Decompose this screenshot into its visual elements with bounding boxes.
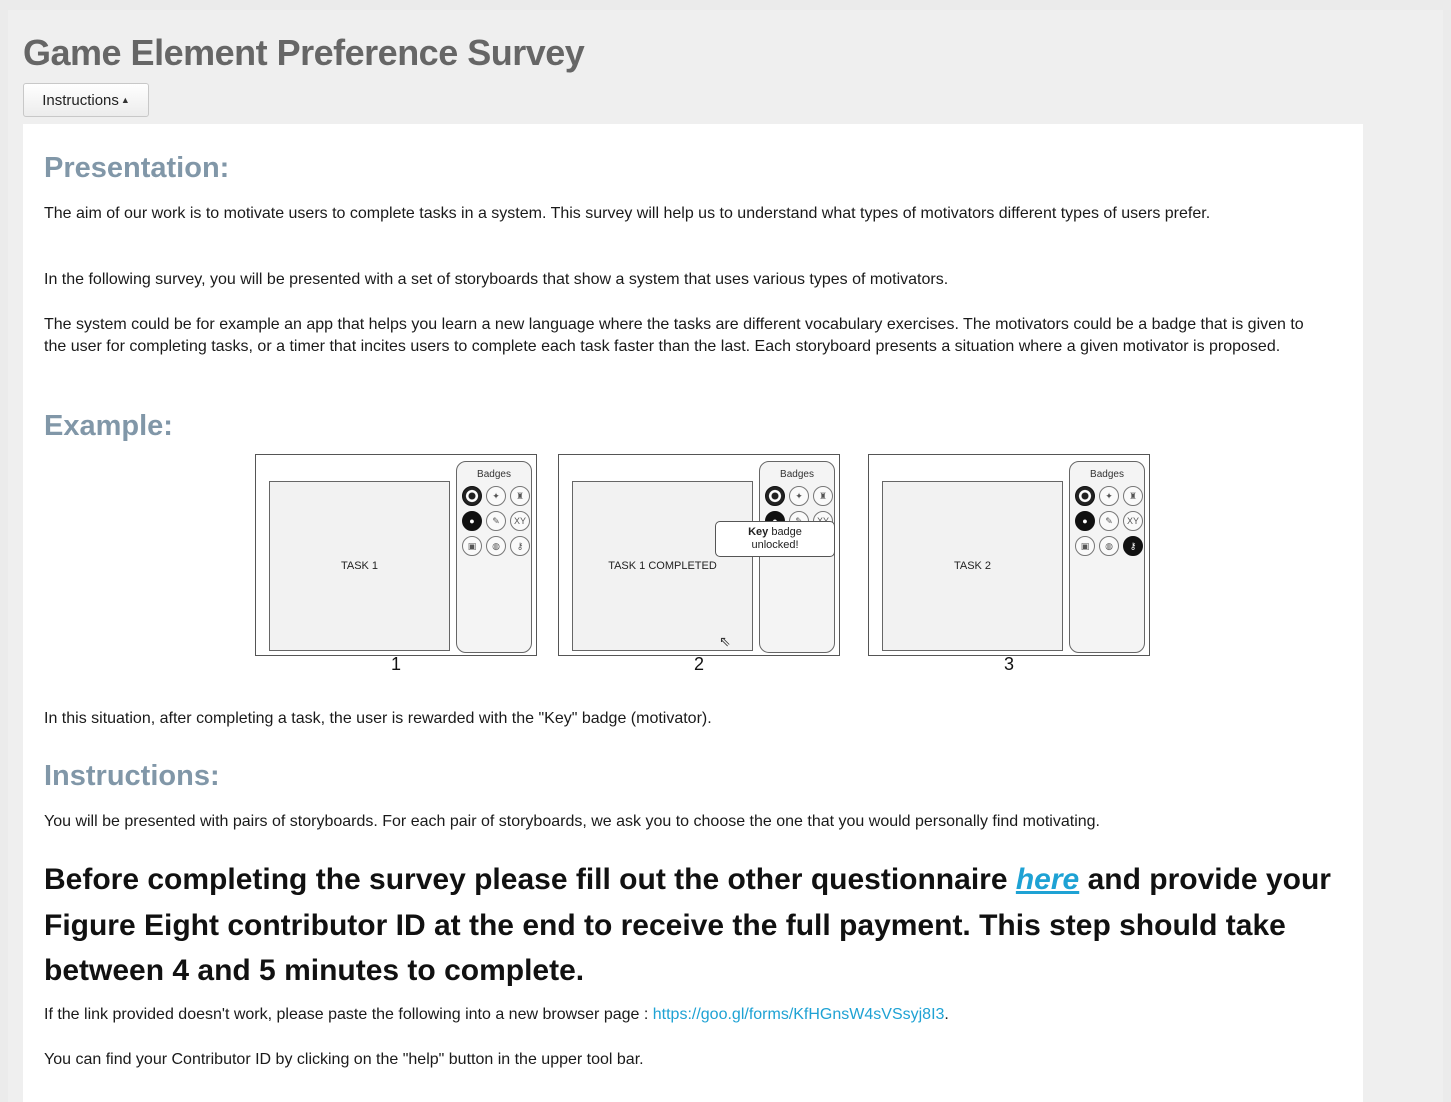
book-badge-icon: ▣ <box>462 536 482 556</box>
example-caption: In this situation, after completing a ta… <box>44 710 712 727</box>
storyboard-screen: TASK 1 COMPLETED <box>572 481 753 651</box>
notice-text-before: Before completing the survey please fill… <box>44 863 1016 896</box>
key-badge-icon: ⚷ <box>510 536 530 556</box>
fallback-link-text: If the link provided doesn't work, pleas… <box>44 1004 1329 1026</box>
instructions-button-label: Instructions <box>42 91 119 109</box>
contributor-id-note: You can find your Contributor ID by clic… <box>44 1051 644 1068</box>
thumb-badge-icon: ◍ <box>1099 536 1119 556</box>
key-badge-icon: ⚷ <box>1123 536 1143 556</box>
pencil-badge-icon: ✎ <box>1099 511 1119 531</box>
target-badge-icon <box>462 486 482 506</box>
storyboard-number-2: 2 <box>693 654 704 674</box>
storyboard-number-3: 3 <box>1003 654 1014 674</box>
caret-up-icon: ▲ <box>120 95 130 105</box>
trophy-badge-icon: ♜ <box>1123 486 1143 506</box>
xy-badge-icon: XY <box>510 511 530 531</box>
presentation-paragraph-1: The aim of our work is to motivate users… <box>44 205 1211 222</box>
fallback-suffix: . <box>944 1006 949 1023</box>
badges-panel: Badges ✦ ♜ ● ✎ XY ▣ ◍ ⚷ <box>1069 461 1145 653</box>
page-title: Game Element Preference Survey <box>23 32 585 73</box>
target-badge-icon <box>1075 486 1095 506</box>
fallback-prefix: If the link provided doesn't work, pleas… <box>44 1006 653 1023</box>
storyboard-frame-3: TASK 2 Badges ✦ ♜ ● ✎ XY ▣ ◍ ⚷ <box>868 454 1150 656</box>
badges-panel-title: Badges <box>477 469 511 480</box>
badges-panel-title: Badges <box>780 469 814 480</box>
popup-badge-name: Key <box>748 526 769 538</box>
questionnaire-link[interactable]: here <box>1016 863 1079 896</box>
globe-badge-icon: ✦ <box>1099 486 1119 506</box>
storyboard-screen: TASK 2 <box>882 481 1063 651</box>
badges-panel-title: Badges <box>1090 469 1124 480</box>
questionnaire-notice: Before completing the survey please fill… <box>44 857 1344 994</box>
instructions-paragraph: You will be presented with pairs of stor… <box>44 813 1100 830</box>
trophy-badge-icon: ♜ <box>813 486 833 506</box>
instructions-toggle-button[interactable]: Instructions ▲ <box>23 83 149 117</box>
instructions-heading: Instructions: <box>44 760 220 792</box>
fallback-url-link[interactable]: https://goo.gl/forms/KfHGnsW4sVSsyj8I3 <box>653 1006 945 1023</box>
popup-text: badge <box>768 526 802 538</box>
book-badge-icon: ▣ <box>1075 536 1095 556</box>
mouse-cursor-icon: ⇖ <box>719 633 731 649</box>
person-badge-icon: ● <box>462 511 482 531</box>
pencil-badge-icon: ✎ <box>486 511 506 531</box>
example-heading: Example: <box>44 410 173 442</box>
presentation-paragraph-3: The system could be for example an app t… <box>44 316 1304 355</box>
storyboard-screen: TASK 1 <box>269 481 450 651</box>
xy-badge-icon: XY <box>1123 511 1143 531</box>
popup-text-line2: unlocked! <box>751 539 799 551</box>
badge-unlocked-popup: Key badge unlocked! <box>715 521 835 557</box>
storyboard-frame-1: TASK 1 Badges ✦ ♜ ● ✎ XY ▣ ◍ ⚷ <box>255 454 537 656</box>
badges-panel: Badges ✦ ♜ ● ✎ XY ▣ ◍ ⚷ <box>456 461 532 653</box>
storyboard-frame-2: TASK 1 COMPLETED Badges ✦ ♜ ● ✎ XY Key b… <box>558 454 840 656</box>
globe-badge-icon: ✦ <box>486 486 506 506</box>
storyboard-example-image: TASK 1 Badges ✦ ♜ ● ✎ XY ▣ ◍ ⚷ TASK 1 CO… <box>247 452 1150 686</box>
person-badge-icon: ● <box>1075 511 1095 531</box>
storyboard-number-1: 1 <box>390 654 401 674</box>
presentation-heading: Presentation: <box>44 152 230 184</box>
trophy-badge-icon: ♜ <box>510 486 530 506</box>
target-badge-icon <box>765 486 785 506</box>
instructions-panel: Presentation: The aim of our work is to … <box>23 124 1363 1102</box>
badges-panel: Badges ✦ ♜ ● ✎ XY <box>759 461 835 653</box>
thumb-badge-icon: ◍ <box>486 536 506 556</box>
presentation-paragraph-2: In the following survey, you will be pre… <box>44 271 949 288</box>
globe-badge-icon: ✦ <box>789 486 809 506</box>
